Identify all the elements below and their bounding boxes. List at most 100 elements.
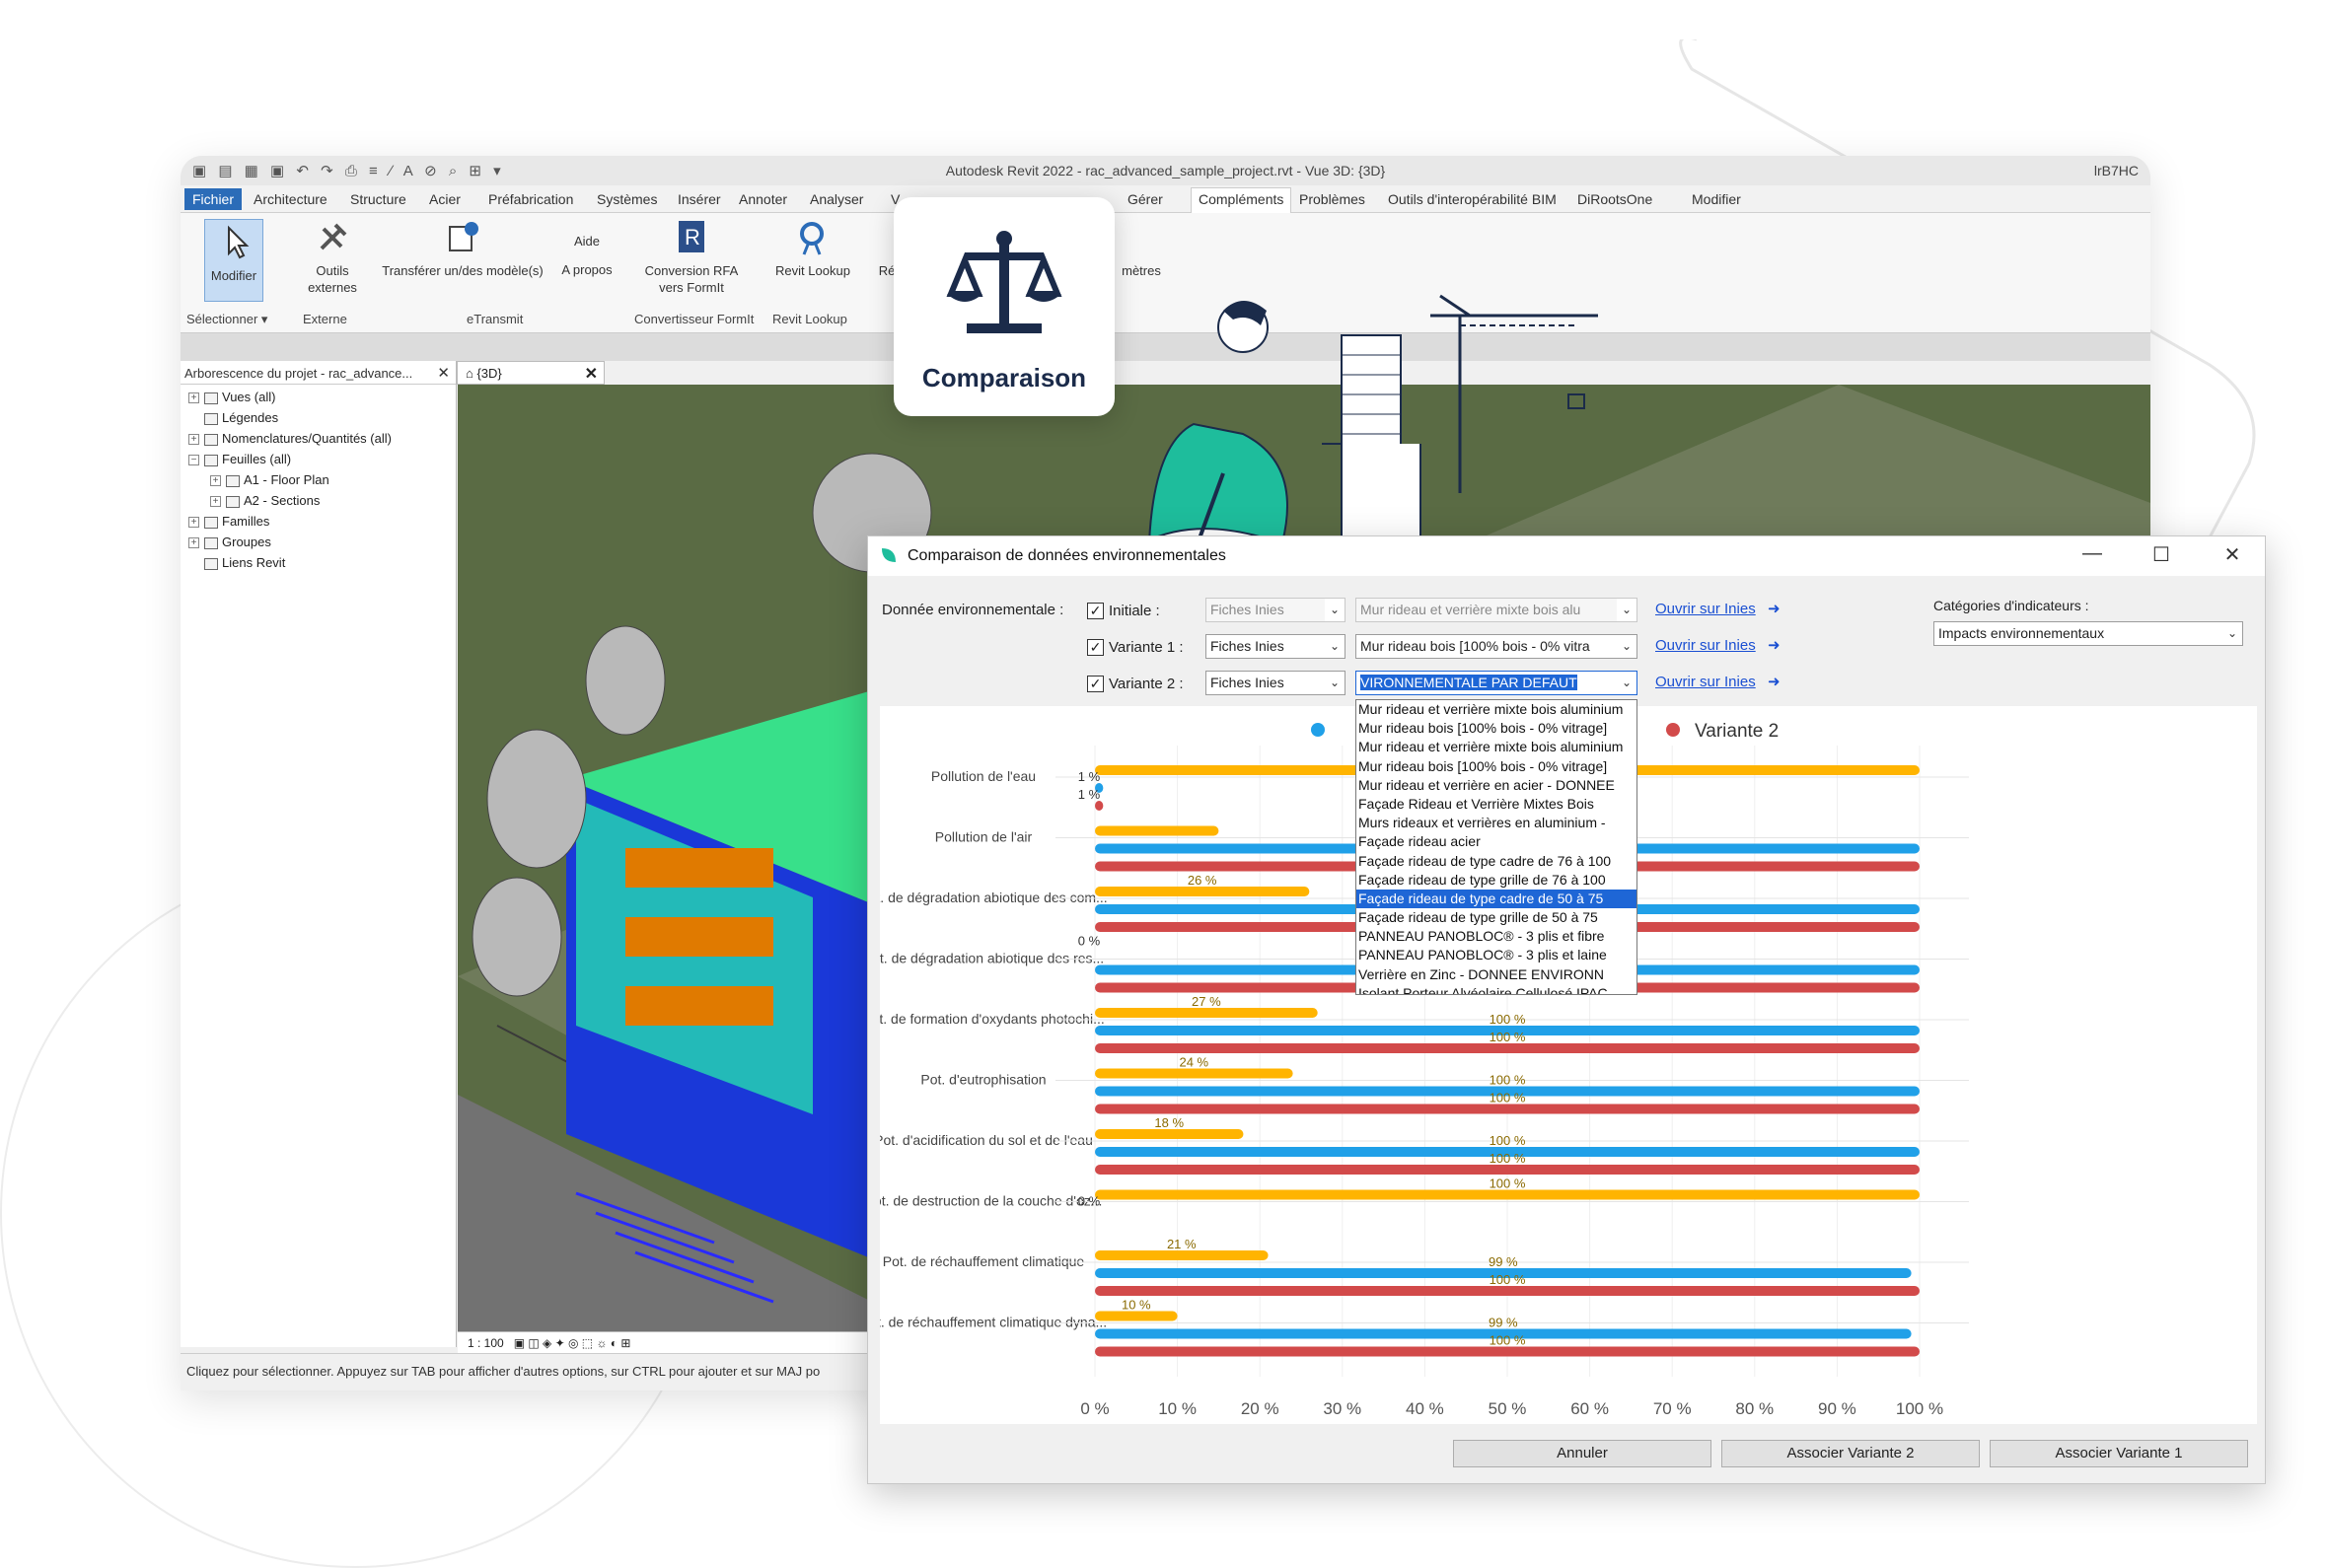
x-tick-label: 70 % — [1653, 1399, 1692, 1418]
tab-14[interactable]: DiRootsOne — [1577, 191, 1652, 207]
associer-variante1-button[interactable]: Associer Variante 1 — [1990, 1440, 2248, 1467]
category-label: Pot. de dégradation abiotique des res... — [880, 951, 1104, 966]
data-label: 100 % — [1490, 1030, 1526, 1044]
tab-3[interactable]: Acier — [429, 191, 461, 207]
variante2-source-select[interactable]: Fiches Inies ⌄ — [1205, 671, 1345, 695]
dropdown-option[interactable]: Murs rideaux et verrières en aluminium - — [1356, 814, 1636, 832]
bar — [1095, 1311, 1178, 1321]
tab-11[interactable]: Compléments — [1191, 187, 1292, 213]
scale-value[interactable]: 1 : 100 — [468, 1336, 504, 1350]
chevron-down-icon: ⌄ — [1325, 672, 1345, 694]
tree-item[interactable]: + Familles — [181, 511, 456, 532]
apropos-label[interactable]: A propos — [559, 261, 615, 278]
expand-icon[interactable]: + — [188, 517, 199, 529]
variante2-dropdown-list[interactable]: Mur rideau et verrière mixte bois alumin… — [1355, 699, 1637, 995]
close-icon[interactable]: ✕ — [2218, 542, 2247, 567]
revit-lookup-button[interactable]: Revit Lookup — [768, 219, 857, 279]
dropdown-option[interactable]: PANNEAU PANOBLOC® - 3 plis et fibre — [1356, 927, 1636, 946]
initiale-checkbox[interactable]: ✓ — [1087, 603, 1104, 619]
dropdown-option[interactable]: Mur rideau bois [100% bois - 0% vitrage] — [1356, 719, 1636, 738]
tree-item[interactable]: − Feuilles (all) — [181, 449, 456, 469]
tree-item[interactable]: + A2 - Sections — [181, 490, 456, 511]
tab-12[interactable]: Problèmes — [1299, 191, 1365, 207]
tree-node-icon — [204, 536, 218, 549]
bar — [1095, 887, 1310, 896]
initiale-ouvrir-link[interactable]: Ouvrir sur Inies — [1655, 601, 1756, 617]
annuler-button[interactable]: Annuler — [1453, 1440, 1711, 1467]
dropdown-option[interactable]: Verrière en Zinc - DONNEE ENVIRONN — [1356, 965, 1636, 984]
expand-icon[interactable] — [188, 558, 199, 569]
expand-icon[interactable]: − — [188, 455, 199, 466]
data-label: 100 % — [1490, 1012, 1526, 1027]
expand-icon[interactable]: + — [188, 434, 199, 446]
expand-icon[interactable]: + — [188, 537, 199, 549]
tab-15[interactable]: Modifier — [1692, 191, 1741, 207]
conversion-button[interactable]: R Conversion RFA vers FormIt — [634, 219, 749, 296]
tree-item[interactable]: Légendes — [181, 407, 456, 428]
variante1-checkbox[interactable]: ✓ — [1087, 639, 1104, 656]
tab-0[interactable]: Fichier — [184, 188, 243, 210]
close-icon[interactable]: ✕ — [437, 364, 450, 382]
dropdown-option[interactable]: Mur rideau et verrière en acier - DONNEE — [1356, 776, 1636, 795]
external-link-icon[interactable]: ➜ — [1768, 636, 1781, 654]
dropdown-option[interactable]: Façade rideau de type cadre de 50 à 75 — [1356, 889, 1636, 909]
bar — [1095, 1250, 1269, 1260]
tab-6[interactable]: Insérer — [678, 191, 721, 207]
outils-externes-button[interactable]: Outils externes — [303, 219, 362, 296]
categories-select[interactable]: Impacts environnementaux ⌄ — [1933, 621, 2243, 646]
variante2-ouvrir-link[interactable]: Ouvrir sur Inies — [1655, 674, 1756, 690]
group-selectionner[interactable]: Sélectionner ▾ — [186, 312, 267, 327]
view-control-bar[interactable]: 1 : 100 ▣ ◫ ◈ ✦ ◎ ⬚ ☼ ◐ ⊞ — [458, 1331, 872, 1353]
minimize-icon[interactable]: — — [2077, 542, 2107, 565]
dropdown-option[interactable]: Façade rideau de type grille de 50 à 75 — [1356, 908, 1636, 927]
tab-2[interactable]: Structure — [350, 191, 406, 207]
tab-8[interactable]: Analyser — [810, 191, 863, 207]
close-icon[interactable]: ✕ — [585, 364, 598, 384]
dropdown-option[interactable]: Façade rideau de type grille de 76 à 100 — [1356, 871, 1636, 890]
tree-item[interactable]: + A1 - Floor Plan — [181, 469, 456, 490]
revit-title-bar: ▣ ▤ ▦ ▣ ↶ ↷ ⎙ ≡ ∕ A ⊘ ⌕ ⊞ ▾ Autodesk Rev… — [181, 156, 2150, 185]
external-link-icon[interactable]: ➜ — [1768, 600, 1781, 617]
external-link-icon[interactable]: ➜ — [1768, 673, 1781, 690]
tree-item[interactable]: + Vues (all) — [181, 387, 456, 407]
tab-10[interactable]: Gérer — [1127, 191, 1163, 207]
expand-icon[interactable] — [188, 413, 199, 424]
tree-item[interactable]: + Nomenclatures/Quantités (all) — [181, 428, 456, 449]
user-name[interactable]: lrB7HC — [2094, 163, 2139, 178]
tab-4[interactable]: Préfabrication — [488, 191, 573, 207]
tree-item[interactable]: + Groupes — [181, 532, 456, 552]
tree-node-icon — [204, 433, 218, 446]
dropdown-option[interactable]: Mur rideau bois [100% bois - 0% vitrage] — [1356, 757, 1636, 776]
dropdown-option[interactable]: Façade rideau de type cadre de 76 à 100 — [1356, 852, 1636, 871]
tab-13[interactable]: Outils d'interopérabilité BIM — [1388, 191, 1557, 207]
dropdown-option[interactable]: Mur rideau et verrière mixte bois alumin… — [1356, 700, 1636, 719]
aide-button[interactable]: Aide A propos — [559, 233, 615, 278]
associer-variante2-button[interactable]: Associer Variante 2 — [1721, 1440, 1980, 1467]
data-label: 99 % — [1489, 1254, 1518, 1269]
maximize-icon[interactable]: ☐ — [2146, 542, 2176, 567]
variante2-checkbox[interactable]: ✓ — [1087, 676, 1104, 692]
expand-icon[interactable]: + — [188, 392, 199, 404]
variante2-product-select[interactable]: VIRONNEMENTALE PAR DEFAUT ⌄ — [1355, 671, 1637, 695]
data-label: 1 % — [1078, 769, 1101, 784]
dropdown-option[interactable]: Mur rideau et verrière mixte bois alumin… — [1356, 738, 1636, 756]
dropdown-option[interactable]: Façade Rideau et Verrière Mixtes Bois — [1356, 795, 1636, 814]
tab-7[interactable]: Annoter — [739, 191, 787, 207]
dropdown-option[interactable]: Isolant Porteur Alvéolaire Cellulosé IPA… — [1356, 984, 1636, 994]
expand-icon[interactable]: + — [210, 475, 221, 487]
bar — [1095, 1068, 1293, 1079]
view-tab-3d[interactable]: ⌂ {3D} ✕ — [457, 361, 605, 385]
data-label: 27 % — [1192, 994, 1221, 1009]
tab-1[interactable]: Architecture — [254, 191, 327, 207]
variante1-ouvrir-link[interactable]: Ouvrir sur Inies — [1655, 637, 1756, 654]
transferer-button[interactable]: Transférer un/des modèle(s) — [374, 219, 551, 279]
dialog-title: Comparaison de données environnementales — [908, 547, 1226, 564]
modifier-button[interactable]: Modifier — [204, 219, 263, 302]
variante1-source-select[interactable]: Fiches Inies ⌄ — [1205, 634, 1345, 659]
tree-item[interactable]: Liens Revit — [181, 552, 456, 573]
dropdown-option[interactable]: PANNEAU PANOBLOC® - 3 plis et laine — [1356, 946, 1636, 964]
dropdown-option[interactable]: Façade rideau acier — [1356, 832, 1636, 851]
expand-icon[interactable]: + — [210, 496, 221, 508]
tab-5[interactable]: Systèmes — [597, 191, 657, 207]
variante1-product-select[interactable]: Mur rideau bois [100% bois - 0% vitra ⌄ — [1355, 634, 1637, 659]
